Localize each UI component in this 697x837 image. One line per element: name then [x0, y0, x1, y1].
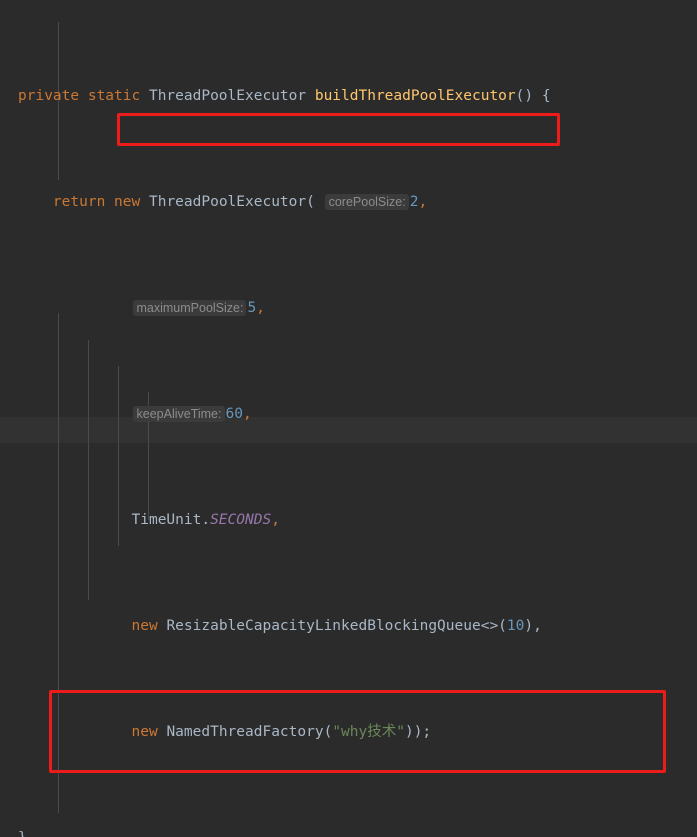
- closing-brace: }: [18, 830, 27, 837]
- keyword-private: private: [18, 87, 80, 104]
- code-line[interactable]: }: [0, 825, 655, 837]
- keyword-new: new: [131, 617, 158, 634]
- number-literal: 10: [506, 617, 525, 634]
- param-hint-maximumpoolsize: maximumPoolSize:: [132, 299, 247, 316]
- line-tail: () {: [515, 87, 551, 104]
- keyword-return: return: [52, 193, 106, 210]
- keyword-new: new: [131, 723, 158, 740]
- type-name: TimeUnit.: [131, 511, 211, 528]
- string-literal: "why技术": [332, 723, 405, 740]
- comma: ,: [242, 405, 252, 422]
- param-hint-keepalivetime: keepAliveTime:: [132, 405, 225, 422]
- type-name: ThreadPoolExecutor(: [148, 193, 315, 210]
- type-name: ResizableCapacityLinkedBlockingQueue<>(: [166, 617, 507, 634]
- keyword-new: new: [114, 193, 141, 210]
- code-line[interactable]: new NamedThreadFactory("why技术"));: [0, 719, 655, 746]
- param-hint-corepoolsize: corePoolSize:: [324, 193, 409, 210]
- code-line[interactable]: maximumPoolSize: 5,: [0, 295, 655, 322]
- code-line[interactable]: new ResizableCapacityLinkedBlockingQueue…: [0, 613, 655, 640]
- code-editor[interactable]: private static ThreadPoolExecutor buildT…: [0, 0, 697, 837]
- comma: ,: [256, 299, 265, 316]
- comma: ,: [418, 193, 428, 210]
- number-literal: 60: [225, 405, 243, 422]
- line-tail: ));: [404, 723, 432, 740]
- comma: ,: [271, 511, 280, 528]
- code-line[interactable]: private static ThreadPoolExecutor buildT…: [0, 83, 655, 110]
- code-line[interactable]: TimeUnit.SECONDS,: [0, 507, 655, 534]
- type-name: ThreadPoolExecutor: [148, 87, 307, 104]
- line-tail: ),: [524, 617, 542, 634]
- method-name: buildThreadPoolExecutor: [314, 87, 516, 104]
- static-field: SECONDS: [210, 511, 272, 528]
- code-line[interactable]: keepAliveTime: 60,: [0, 401, 655, 428]
- number-literal: 5: [247, 299, 257, 316]
- keyword-static: static: [87, 87, 141, 104]
- code-content[interactable]: private static ThreadPoolExecutor buildT…: [0, 0, 655, 837]
- type-name: NamedThreadFactory(: [166, 723, 333, 740]
- code-line[interactable]: return new ThreadPoolExecutor( corePoolS…: [0, 189, 655, 216]
